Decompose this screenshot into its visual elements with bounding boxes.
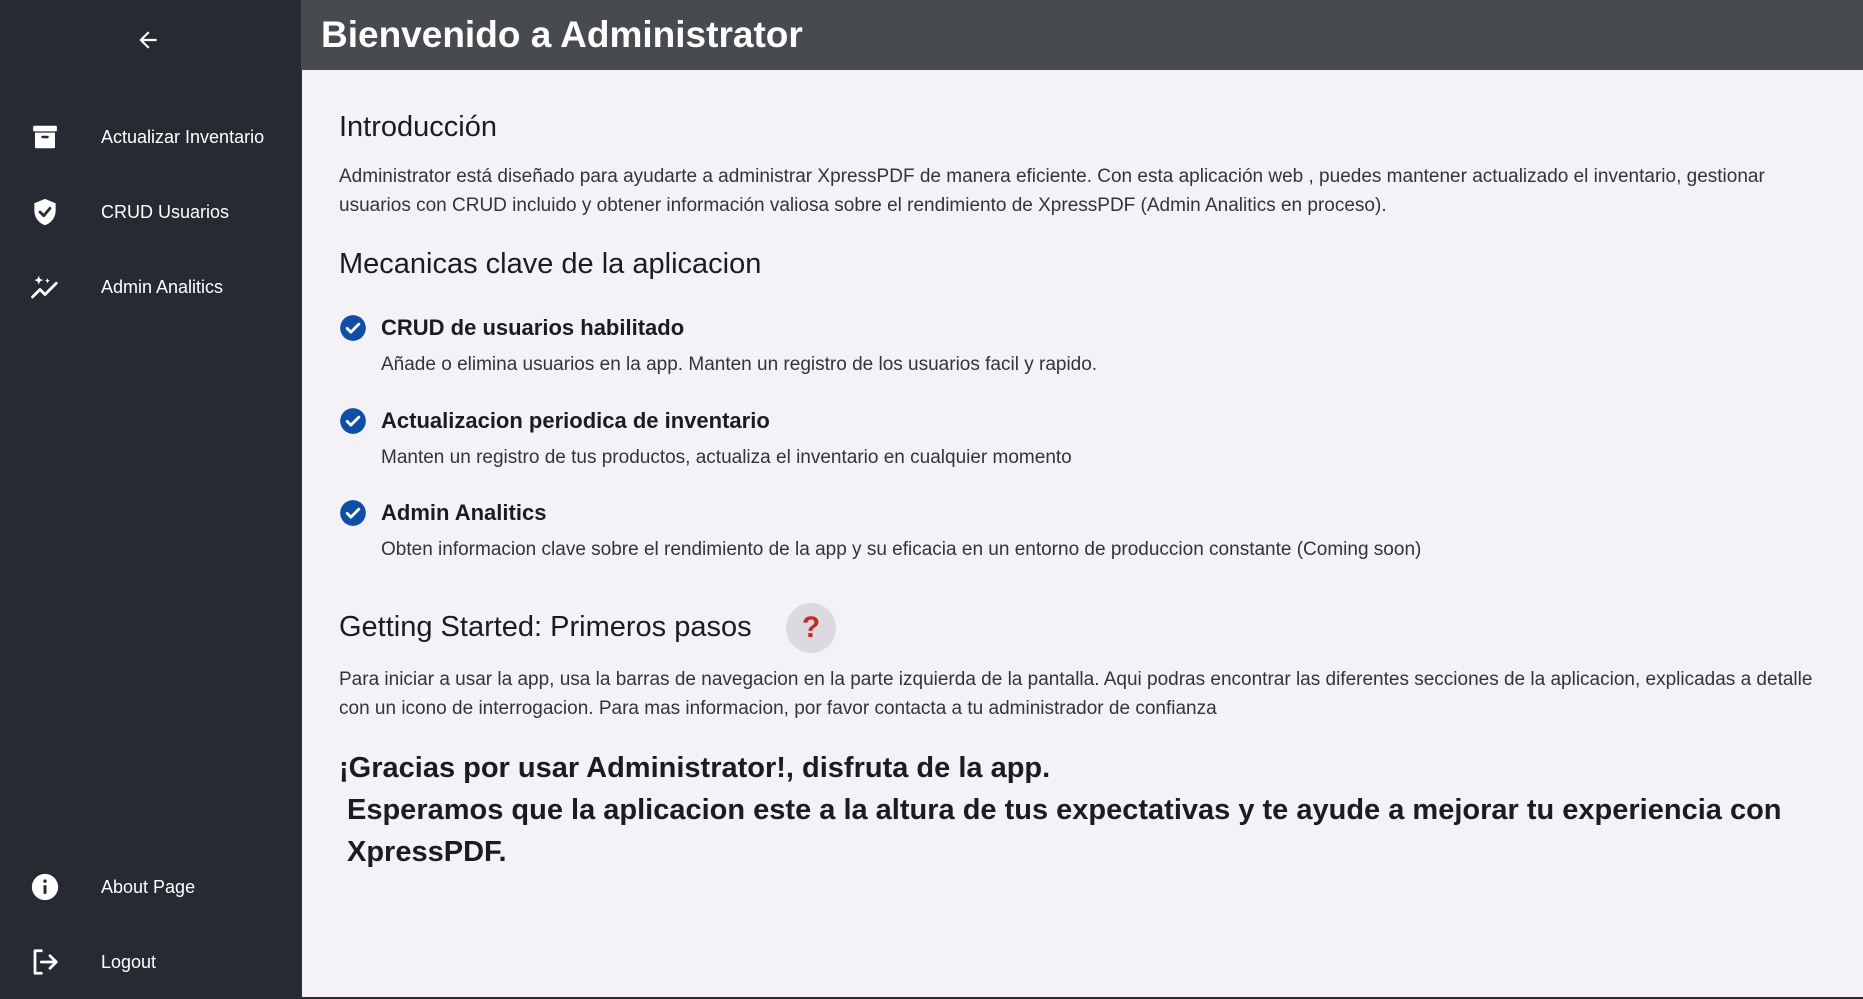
logout-icon [29,946,61,978]
analytics-sparkle-icon [29,271,61,303]
intro-text: Administrator está diseñado para ayudart… [339,166,1765,216]
back-button[interactable] [128,20,168,60]
page-title: Bienvenido a Administrator [321,14,803,55]
help-button[interactable]: ? [786,603,836,653]
sidebar: Actualizar Inventario CRUD Usuarios Admi… [0,0,301,999]
check-circle-icon [340,500,366,526]
getting-started-text: Para iniciar a usar la app, usa la barra… [339,669,1813,719]
feature-description: Obten informacion clave sobre el rendimi… [381,539,1422,560]
feature-description: Añade o elimina usuarios en la app. Mant… [381,354,1098,375]
sidebar-item-label: About Page [101,876,196,897]
sidebar-item-label: Admin Analitics [101,276,224,297]
thanks-message: ¡Gracias por usar Administrator!, disfru… [339,747,1819,873]
intro-heading: Introducción [339,111,497,143]
question-mark-icon: ? [801,611,821,644]
shield-check-icon [29,196,61,228]
feature-title: Admin Analitics [381,500,547,525]
thanks-line-2: Esperamos que la aplicacion este a la al… [347,794,1782,868]
check-circle-icon [340,408,366,434]
mechanics-heading: Mecanicas clave de la aplicacion [339,248,762,280]
sidebar-item-admin-analitics[interactable]: Admin Analitics [0,257,301,317]
archive-icon [29,121,61,153]
sidebar-item-label: CRUD Usuarios [101,201,230,222]
feature-title: Actualizacion periodica de inventario [381,408,770,433]
sidebar-item-label: Logout [101,951,157,972]
thanks-line-1: ¡Gracias por usar Administrator!, disfru… [339,752,1051,784]
sidebar-item-about-page[interactable]: About Page [0,857,301,917]
sidebar-divider [301,70,302,999]
sidebar-item-actualizar-inventario[interactable]: Actualizar Inventario [0,107,301,167]
info-icon [29,871,61,903]
sidebar-item-logout[interactable]: Logout [0,932,301,992]
sidebar-item-label: Actualizar Inventario [101,126,265,147]
getting-started-heading: Getting Started: Primeros pasos [339,611,752,643]
feature-title: CRUD de usuarios habilitado [381,315,685,340]
feature-description: Manten un registro de tus productos, act… [381,447,1072,468]
top-bar: Bienvenido a Administrator [301,0,1863,70]
arrow-left-icon [139,31,157,49]
sidebar-item-crud-usuarios[interactable]: CRUD Usuarios [0,182,301,242]
check-circle-icon [340,315,366,341]
